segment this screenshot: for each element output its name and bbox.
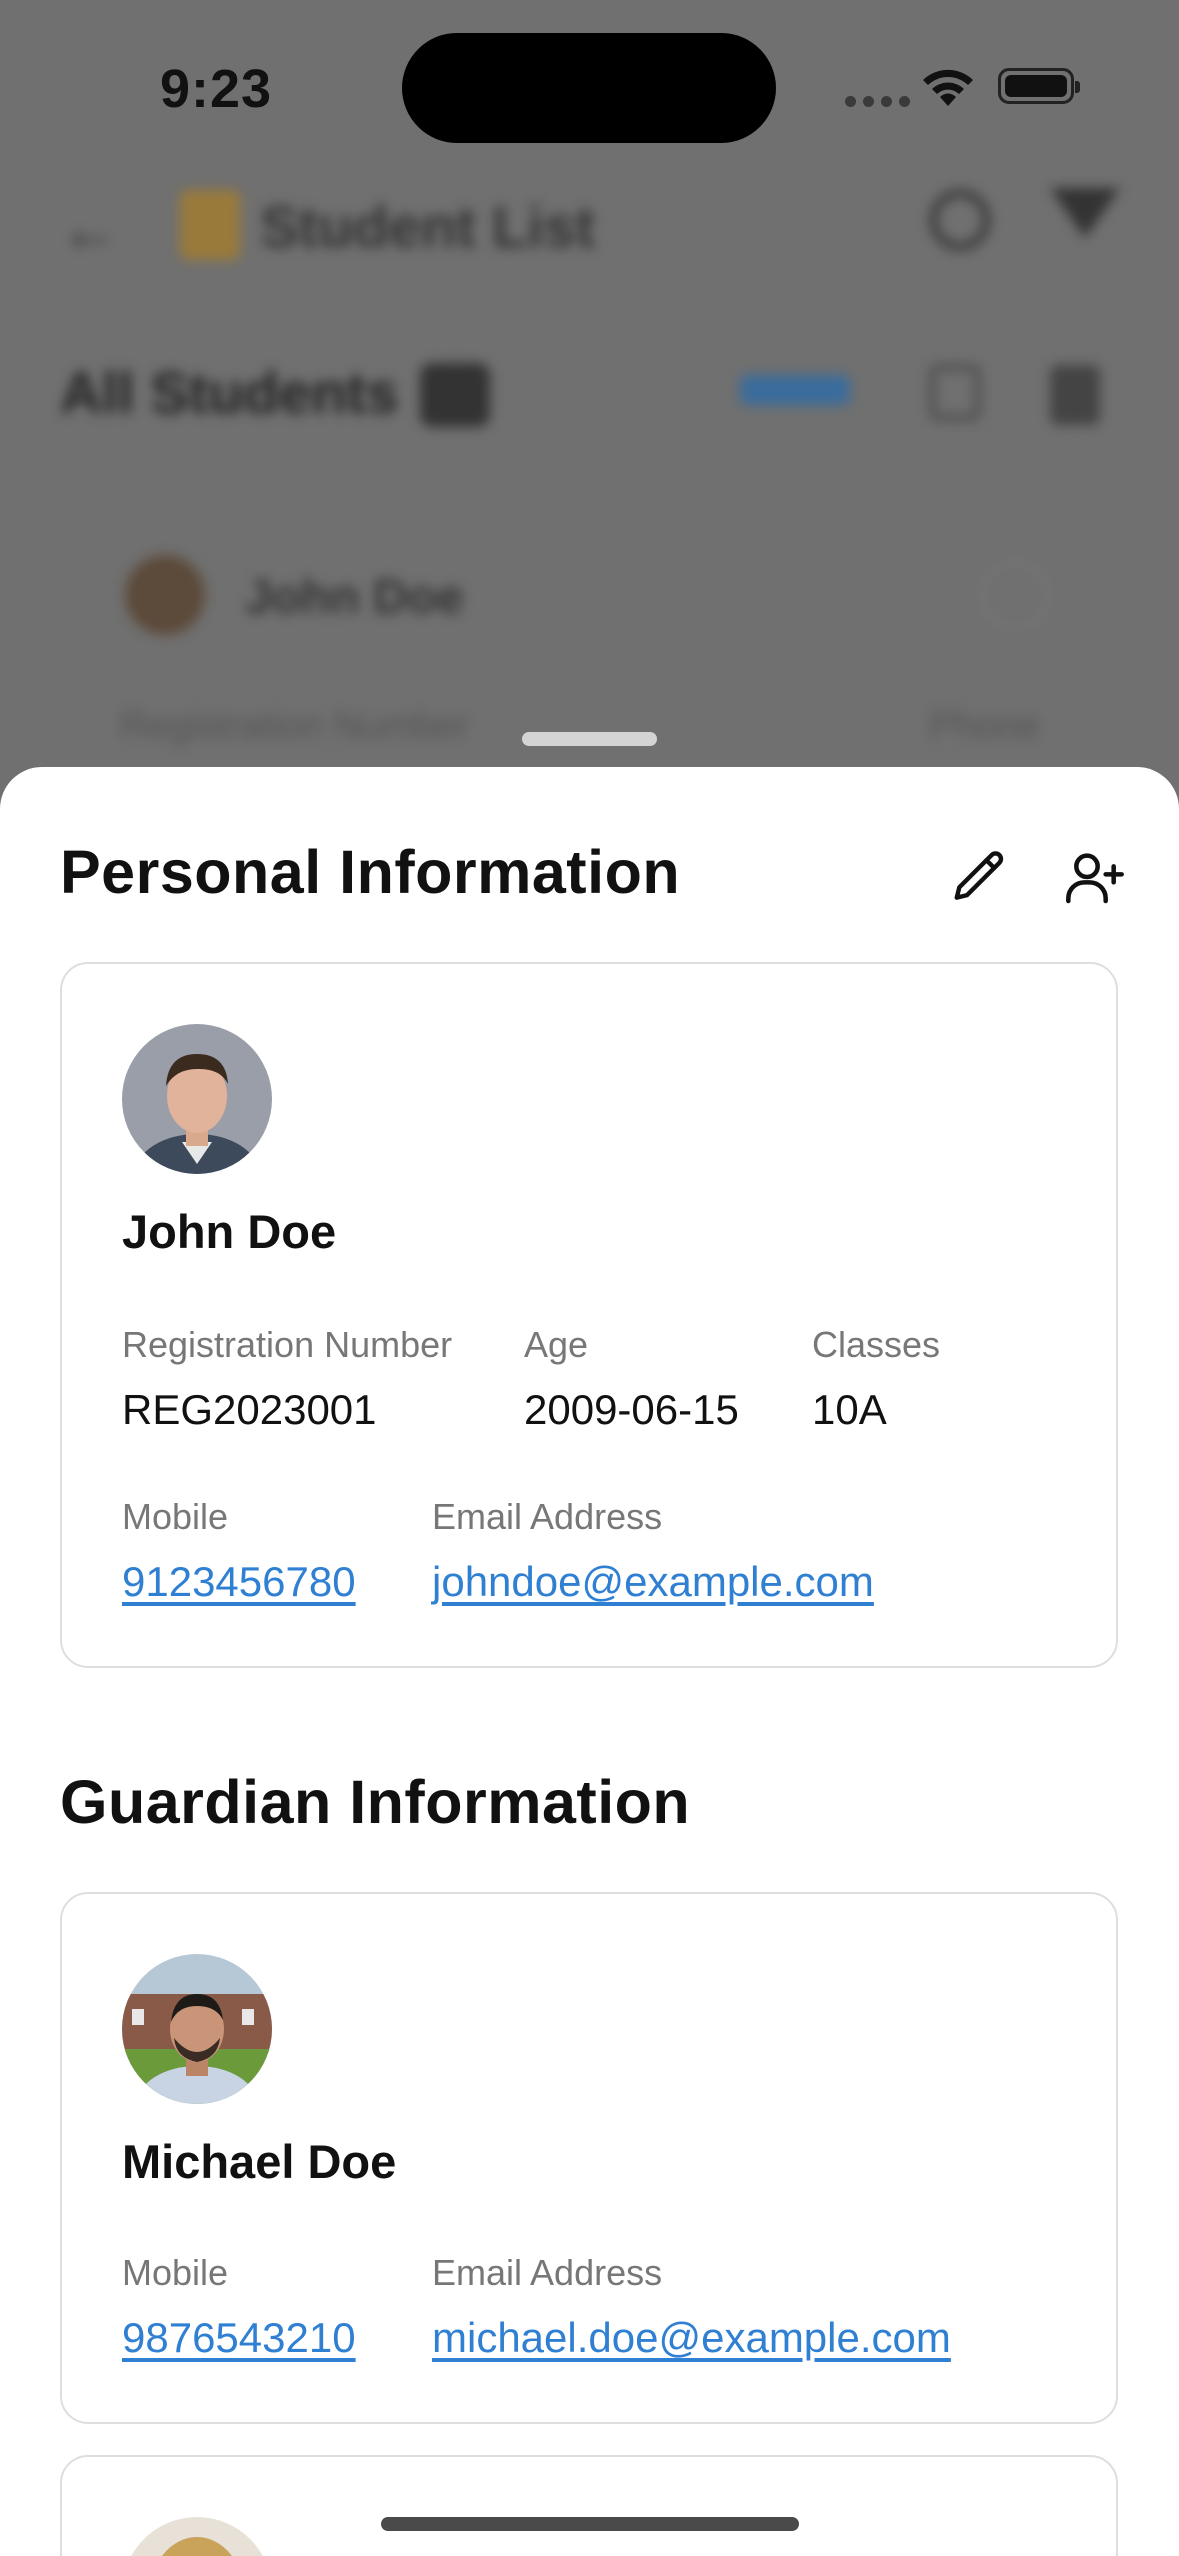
registration-field: Registration Number REG2023001 (122, 1324, 452, 1434)
sheet-grabber[interactable] (522, 732, 657, 746)
school-logo-icon (180, 190, 240, 260)
select-icon (930, 365, 980, 420)
home-indicator[interactable] (381, 2517, 799, 2531)
background-heading-row: All Students (60, 355, 1120, 435)
search-icon (930, 190, 990, 250)
background-field-label-right: Phone (930, 705, 1040, 747)
wifi-icon (923, 69, 973, 106)
age-value: 2009-06-15 (524, 1386, 739, 1433)
student-card: John Doe Registration Number REG2023001 … (60, 962, 1118, 1668)
background-field-label: Registration Number (120, 705, 469, 747)
guardian-name: Michael Doe (122, 2135, 397, 2188)
personal-information-title: Personal Information (60, 838, 681, 906)
student-mobile-label: Mobile (122, 1496, 229, 1537)
registration-label: Registration Number (122, 1324, 453, 1365)
guardian-email-link[interactable]: michael.doe@example.com (432, 2314, 951, 2362)
trash-icon (1050, 365, 1100, 425)
classes-value: 10A (812, 1386, 887, 1433)
status-time: 9:23 (160, 59, 273, 119)
cellular-signal-icon (845, 96, 910, 107)
registration-value: REG2023001 (122, 1386, 377, 1433)
guardian-mobile-field: Mobile 9876543210 (122, 2252, 356, 2362)
pencil-icon (954, 851, 1004, 900)
student-name: John Doe (122, 1205, 337, 1258)
guardian-mobile-link[interactable]: 9876543210 (122, 2314, 356, 2362)
guardian-card: Michael Doe Mobile 9876543210 Email Addr… (60, 1892, 1118, 2424)
background-avatar (125, 555, 205, 635)
student-email-link[interactable]: johndoe@example.com (432, 1558, 874, 1606)
background-nav-bar: ← Student List (60, 180, 1120, 270)
sheet-header: Personal Information (60, 827, 1124, 927)
user-plus-icon (1066, 853, 1124, 904)
age-field: Age 2009-06-15 (524, 1324, 739, 1434)
background-student-name: John Doe (245, 571, 464, 624)
background-checkbox (980, 560, 1050, 630)
back-arrow-icon: ← (60, 196, 120, 263)
add-guardian-button[interactable] (1045, 827, 1145, 927)
student-mobile-field: Mobile 9123456780 (122, 1496, 356, 1606)
student-mobile-link[interactable]: 9123456780 (122, 1558, 356, 1606)
guardian-2-avatar (122, 2517, 272, 2556)
student-detail-sheet: Personal Information John Doe Registrati… (0, 767, 1179, 2556)
classes-field: Classes 10A (812, 1324, 940, 1434)
background-nav-title: Student List (260, 195, 596, 260)
status-bar: 9:23 (0, 0, 1179, 175)
filter-icon (1050, 188, 1120, 238)
dynamic-island (402, 33, 776, 143)
background-app: 9:23 ← Student List All Students John Do… (0, 0, 1179, 800)
guardian-email-field: Email Address michael.doe@example.com (432, 2252, 951, 2362)
background-heading: All Students (60, 361, 399, 426)
student-avatar (122, 1024, 272, 1174)
student-email-label: Email Address (432, 1496, 663, 1537)
edit-button[interactable] (930, 827, 1030, 927)
count-badge (420, 363, 490, 427)
classes-label: Classes (812, 1324, 941, 1365)
guardian-mobile-label: Mobile (122, 2252, 229, 2293)
background-action-link (740, 375, 850, 405)
guardian-avatar (122, 1954, 272, 2104)
guardian-information-title: Guardian Information (60, 1768, 691, 1836)
age-label: Age (524, 1324, 589, 1365)
battery-icon (998, 68, 1080, 104)
student-email-field: Email Address johndoe@example.com (432, 1496, 874, 1606)
guardian-card-2 (60, 2455, 1118, 2556)
guardian-email-label: Email Address (432, 2252, 663, 2293)
